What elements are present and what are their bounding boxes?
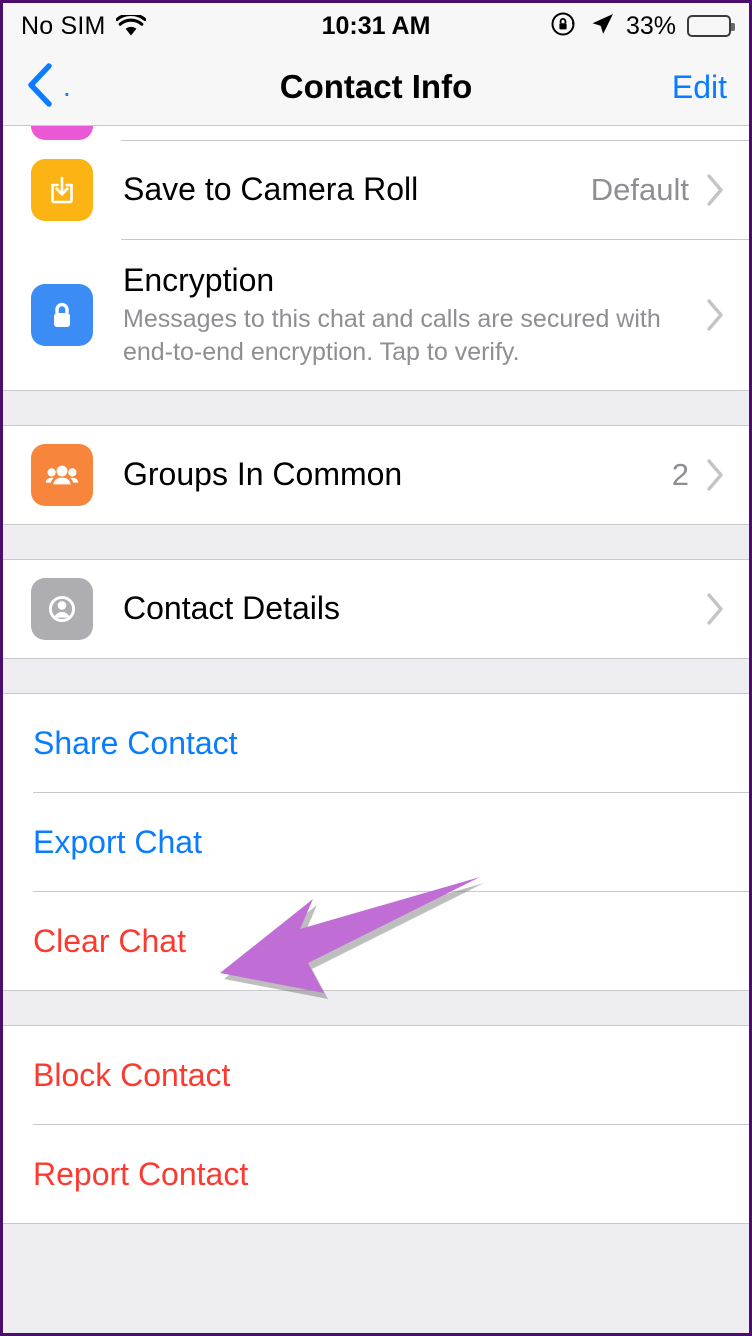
destructive-group: Block Contact Report Contact <box>3 1026 749 1223</box>
clear-chat-label: Clear Chat <box>33 923 186 959</box>
battery-percent-label: 33% <box>625 11 676 40</box>
rotation-lock-icon <box>550 10 578 43</box>
row-export-chat[interactable]: Export Chat <box>3 793 749 891</box>
share-contact-label: Share Contact <box>33 725 238 761</box>
groups-in-common-count: 2 <box>671 457 689 492</box>
section-gap <box>3 524 749 560</box>
row-save-to-camera-roll[interactable]: Save to Camera Roll Default <box>3 141 749 239</box>
row-body: Encryption Messages to this chat and cal… <box>123 262 705 369</box>
block-contact-label: Block Contact <box>33 1057 231 1093</box>
lock-icon <box>31 284 93 346</box>
group-people-icon <box>31 444 93 506</box>
row-title: Groups In Common <box>123 456 403 493</box>
row-body: Contact Details <box>123 590 705 628</box>
row-title: Encryption <box>123 261 275 298</box>
row-block-contact[interactable]: Block Contact <box>3 1026 749 1124</box>
row-report-contact[interactable]: Report Contact <box>3 1125 749 1223</box>
actions-group: Share Contact Export Chat Clear Chat <box>3 694 749 990</box>
encryption-description: Messages to this chat and calls are secu… <box>123 305 661 366</box>
page-title: Contact Info <box>279 68 473 105</box>
row-body: Save to Camera Roll <box>123 171 591 209</box>
back-button[interactable]: . <box>25 62 71 113</box>
export-chat-label: Export Chat <box>33 824 202 860</box>
row-body: Groups In Common <box>123 456 672 494</box>
row-clear-chat[interactable]: Clear Chat <box>3 892 749 990</box>
row-groups-in-common[interactable]: Groups In Common 2 <box>3 426 749 524</box>
section-gap <box>3 658 749 694</box>
row-encryption[interactable]: Encryption Messages to this chat and cal… <box>3 240 749 390</box>
chevron-left-icon <box>25 62 55 113</box>
person-circle-icon <box>31 578 93 640</box>
status-bar-right: 33% <box>550 10 735 43</box>
battery-icon <box>687 15 735 37</box>
row-contact-details[interactable]: Contact Details <box>3 560 749 658</box>
save-to-camera-roll-value: Default <box>590 172 689 207</box>
status-bar: No SIM 10:31 AM 33% <box>3 3 749 49</box>
back-button-label: . <box>63 71 71 102</box>
section-gap <box>3 990 749 1026</box>
chevron-right-icon <box>705 173 725 207</box>
chevron-right-icon <box>705 298 725 332</box>
navigation-bar: . Contact Info Edit <box>3 49 749 126</box>
chevron-right-icon <box>705 592 725 626</box>
row-title: Save to Camera Roll <box>123 171 419 208</box>
section-gap <box>3 390 749 426</box>
settings-list[interactable]: Save to Camera Roll Default Encryption M… <box>3 126 749 1333</box>
report-contact-label: Report Contact <box>33 1156 249 1192</box>
groups-group: Groups In Common 2 <box>3 426 749 524</box>
location-arrow-icon <box>589 11 615 42</box>
bottom-section-gap <box>3 1223 749 1315</box>
partial-scrolled-row <box>3 126 749 140</box>
save-download-icon <box>31 159 93 221</box>
row-title: Contact Details <box>123 590 340 627</box>
phone-screen: No SIM 10:31 AM 33% . Contact Info Edit … <box>0 0 752 1336</box>
chevron-right-icon <box>705 458 725 492</box>
edit-button[interactable]: Edit <box>672 69 727 106</box>
wifi-icon <box>115 14 146 38</box>
status-bar-left: No SIM <box>21 12 146 41</box>
details-group: Contact Details <box>3 560 749 658</box>
partial-icon <box>31 126 93 140</box>
settings-group: Save to Camera Roll Default Encryption M… <box>3 140 749 390</box>
row-share-contact[interactable]: Share Contact <box>3 694 749 792</box>
carrier-label: No SIM <box>21 11 106 40</box>
